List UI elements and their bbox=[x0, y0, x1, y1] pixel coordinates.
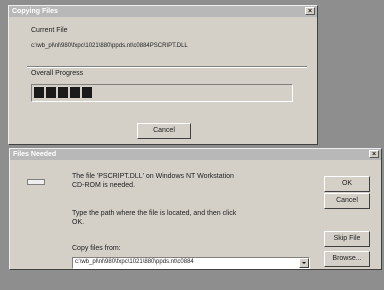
dropdown-arrow-button[interactable] bbox=[299, 258, 309, 268]
browse-button[interactable]: Browse... bbox=[324, 251, 370, 267]
ok-button[interactable]: OK bbox=[324, 176, 370, 192]
needed-message-line3: Type the path where the file is located,… bbox=[72, 210, 237, 217]
copy-from-label: Copy files from: bbox=[72, 245, 121, 252]
needed-cancel-button[interactable]: Cancel bbox=[324, 193, 370, 209]
copying-files-dialog: Copying Files × Current File c:\wb_pl\nl… bbox=[8, 5, 318, 145]
cd-drive-icon bbox=[27, 179, 45, 185]
needed-message-line2: CD-ROM is needed. bbox=[72, 182, 136, 189]
copying-files-titlebar[interactable]: Copying Files × bbox=[9, 6, 317, 17]
copying-files-title: Copying Files bbox=[12, 8, 58, 15]
files-needed-dialog: Files Needed × The file 'PSCRIPT.DLL' on… bbox=[9, 148, 382, 270]
needed-message-line1: The file 'PSCRIPT.DLL' on Windows NT Wor… bbox=[72, 173, 234, 180]
close-icon[interactable]: × bbox=[369, 150, 379, 158]
copy-cancel-button[interactable]: Cancel bbox=[137, 123, 191, 139]
needed-message-line4: OK. bbox=[72, 219, 85, 226]
progress-block bbox=[70, 87, 80, 98]
copy-from-input[interactable]: c:\wb_pl\nl\980\fxpc\1021\880\ppds.nt\c0… bbox=[75, 259, 194, 265]
progress-block bbox=[82, 87, 92, 98]
chevron-down-icon bbox=[302, 262, 306, 264]
files-needed-title: Files Needed bbox=[13, 151, 57, 158]
close-icon[interactable]: × bbox=[305, 7, 315, 15]
files-needed-titlebar[interactable]: Files Needed × bbox=[10, 149, 381, 160]
current-file-path: c:\wb_pl\nl\980\fxpc\1021\880\ppds.nt\c0… bbox=[31, 43, 188, 49]
progress-divider bbox=[27, 66, 307, 68]
progress-block bbox=[34, 87, 44, 98]
overall-progress-bar bbox=[31, 84, 293, 102]
current-file-label: Current File bbox=[31, 27, 68, 34]
overall-progress-label: Overall Progress bbox=[31, 70, 84, 77]
progress-block bbox=[58, 87, 68, 98]
progress-block bbox=[46, 87, 56, 98]
skip-file-button[interactable]: Skip File bbox=[324, 231, 370, 247]
copy-from-combobox[interactable]: c:\wb_pl\nl\980\fxpc\1021\880\ppds.nt\c0… bbox=[72, 257, 310, 269]
